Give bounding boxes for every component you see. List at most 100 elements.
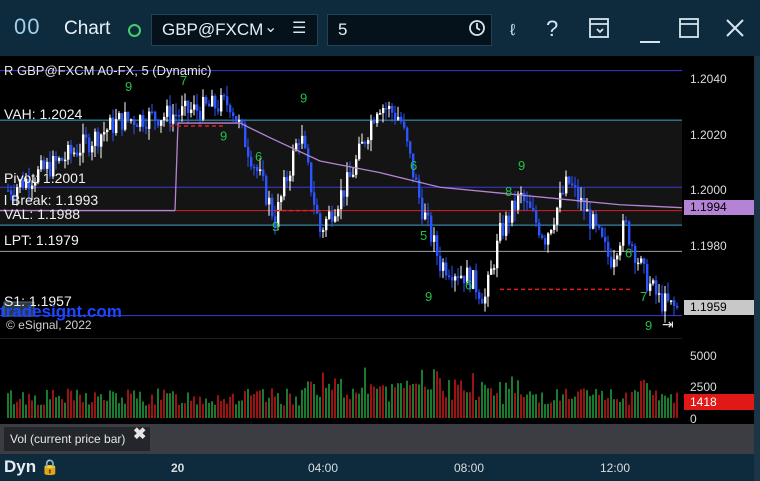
price-tick: 1.2000 <box>690 183 727 197</box>
interval-input[interactable]: 5 <box>327 14 492 46</box>
price-bar-body <box>253 166 256 169</box>
price-bar-body <box>166 105 169 117</box>
price-bar-body <box>64 159 67 162</box>
count-digit: 6 <box>255 149 262 164</box>
level-label-vah: VAH: 1.2024 <box>4 106 83 122</box>
price-bar-body <box>382 108 385 114</box>
price-bar-body <box>421 197 424 220</box>
volume-study-label[interactable]: Vol (current price bar) <box>4 427 150 451</box>
price-bar-body <box>214 95 217 109</box>
close-study-icon[interactable]: ✖ <box>133 424 146 444</box>
price-bar-body <box>76 152 79 156</box>
count-digit: 9 <box>125 79 132 94</box>
price-bar-body <box>646 264 649 291</box>
price-bar-body <box>601 227 604 237</box>
time-tick: 08:00 <box>454 461 485 475</box>
price-bar-body <box>322 230 325 232</box>
price-bar-body <box>586 209 589 212</box>
maximize-icon[interactable] <box>678 17 700 44</box>
volume-panel[interactable] <box>0 338 682 424</box>
price-bar-body <box>304 135 307 149</box>
price-bar-body <box>664 293 667 312</box>
price-bar-body <box>379 113 382 115</box>
time-axis[interactable] <box>0 454 754 481</box>
price-bar-body <box>256 166 259 172</box>
price-bar-body <box>391 105 394 113</box>
moving-average-tag: 1.1994 <box>684 200 754 215</box>
price-bar-body <box>217 108 220 112</box>
price-bar-body <box>523 192 526 202</box>
price-bar-body <box>616 255 619 260</box>
right-scrollbar[interactable] <box>754 56 760 481</box>
level-label-pivot: Pivot: 1.2001 <box>4 170 86 186</box>
price-bar-body <box>640 258 643 263</box>
price-bar-body <box>103 132 106 135</box>
price-bar-body <box>409 141 412 154</box>
price-bar-body <box>478 292 481 299</box>
app-icon[interactable]: 00 <box>14 14 40 40</box>
price-bar-body <box>604 236 607 242</box>
price-bar-body <box>112 117 115 133</box>
count-digit: 9 <box>518 158 525 173</box>
close-icon[interactable] <box>724 17 746 44</box>
price-bar-body <box>613 259 616 268</box>
price-bar-body <box>400 116 403 122</box>
study-title: R GBP@FXCM A0-FX, 5 (Dynamic) <box>4 63 212 78</box>
price-bar-body <box>127 111 130 120</box>
price-bar-body <box>196 104 199 111</box>
price-bar-body <box>178 115 181 117</box>
price-bar-body <box>607 241 610 257</box>
jump-to-latest-icon[interactable]: ⇥ <box>662 316 674 333</box>
price-panel[interactable]: 9 79969659698679 <box>0 56 682 336</box>
price-bar-body <box>124 111 127 130</box>
price-bar-body <box>511 200 514 223</box>
price-bar-body <box>394 112 397 120</box>
count-digit: 7 <box>640 289 647 304</box>
price-bar-body <box>361 141 364 144</box>
list-icon[interactable]: ☰ <box>292 18 306 38</box>
price-bar-body <box>538 222 541 236</box>
price-bar-body <box>655 280 658 295</box>
symbol-value: GBP@FXCM <box>162 20 264 39</box>
clock-icon[interactable] <box>468 19 486 42</box>
price-bar-body <box>229 105 232 113</box>
price-bar-body <box>175 114 178 117</box>
price-bar-body <box>193 104 196 110</box>
price-bar-body <box>592 214 595 229</box>
price-bar-body <box>532 207 535 211</box>
price-bar-body <box>562 192 565 195</box>
price-bar-body <box>484 296 487 304</box>
price-bar-body <box>46 161 49 169</box>
price-bar-body <box>250 156 253 167</box>
price-bar-body <box>238 119 241 122</box>
price-bar-body <box>670 300 673 302</box>
price-bar-body <box>415 177 418 180</box>
price-bar-body <box>160 120 163 126</box>
price-bar-body <box>334 216 337 222</box>
chevron-down-icon[interactable]: ⌄ <box>264 17 277 37</box>
help-icon[interactable]: ? <box>546 16 558 42</box>
count-digit: 9 <box>300 91 307 106</box>
price-bar-body <box>403 121 406 128</box>
price-bar-body <box>136 124 139 127</box>
save-icon[interactable] <box>588 17 610 44</box>
price-bar-body <box>226 96 229 106</box>
price-bar-body <box>364 141 367 144</box>
count-digit: 8 <box>505 184 512 199</box>
price-bar-body <box>85 134 88 138</box>
price-bar-body <box>583 197 586 212</box>
lock-icon[interactable]: 🔒 <box>41 459 60 476</box>
price-bar-body <box>316 204 319 214</box>
price-bar-body <box>325 218 328 231</box>
dynamic-mode-button[interactable]: Dyn 🔒 <box>4 457 60 477</box>
price-bar-body <box>211 95 214 107</box>
symbol-input[interactable]: GBP@FXCM ⌄ ☰ <box>151 14 318 46</box>
pencil-icon[interactable]: ℓ <box>510 22 515 40</box>
price-bar-body <box>568 176 571 184</box>
price-bar-body <box>634 245 637 264</box>
last-price-tag: 1.1959 <box>684 300 754 315</box>
minimize-icon[interactable] <box>640 28 660 51</box>
price-bar-body <box>439 255 442 271</box>
price-bar-body <box>298 143 301 145</box>
price-bar-body <box>133 119 136 125</box>
